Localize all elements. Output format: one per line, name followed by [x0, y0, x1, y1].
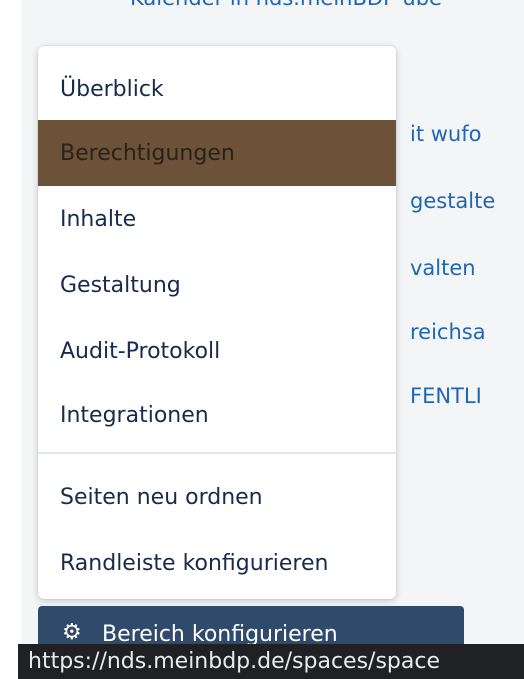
space-tools-dropdown-menu: Überblick Berechtigungen Inhalte Gestalt…: [38, 46, 396, 599]
background-link-1[interactable]: it wufo: [410, 122, 481, 146]
menu-item-audit-log[interactable]: Audit-Protokoll: [38, 318, 396, 384]
menu-item-overview[interactable]: Überblick: [38, 56, 396, 122]
background-link-5[interactable]: FENTLI: [410, 384, 482, 408]
menu-item-look-and-feel[interactable]: Gestaltung: [38, 252, 396, 318]
menu-item-reorder-pages[interactable]: Seiten neu ordnen: [38, 464, 396, 530]
menu-divider: [38, 452, 396, 454]
left-gutter: [0, 0, 22, 679]
menu-item-integrations[interactable]: Integrationen: [38, 382, 396, 448]
background-link-2[interactable]: gestalte: [410, 189, 495, 213]
background-link-4[interactable]: reichsa: [410, 320, 486, 344]
menu-item-permissions[interactable]: Berechtigungen: [38, 120, 396, 186]
menu-item-configure-sidebar[interactable]: Randleiste konfigurieren: [38, 530, 396, 596]
menu-item-content[interactable]: Inhalte: [38, 186, 396, 252]
background-link-3[interactable]: valten: [410, 256, 476, 280]
gear-icon: ⚙: [62, 620, 82, 645]
background-calendar-link[interactable]: Kalender in nds.meinBDP übe: [130, 0, 442, 10]
browser-status-bar-url: https://nds.meinbdp.de/spaces/space: [18, 644, 524, 679]
